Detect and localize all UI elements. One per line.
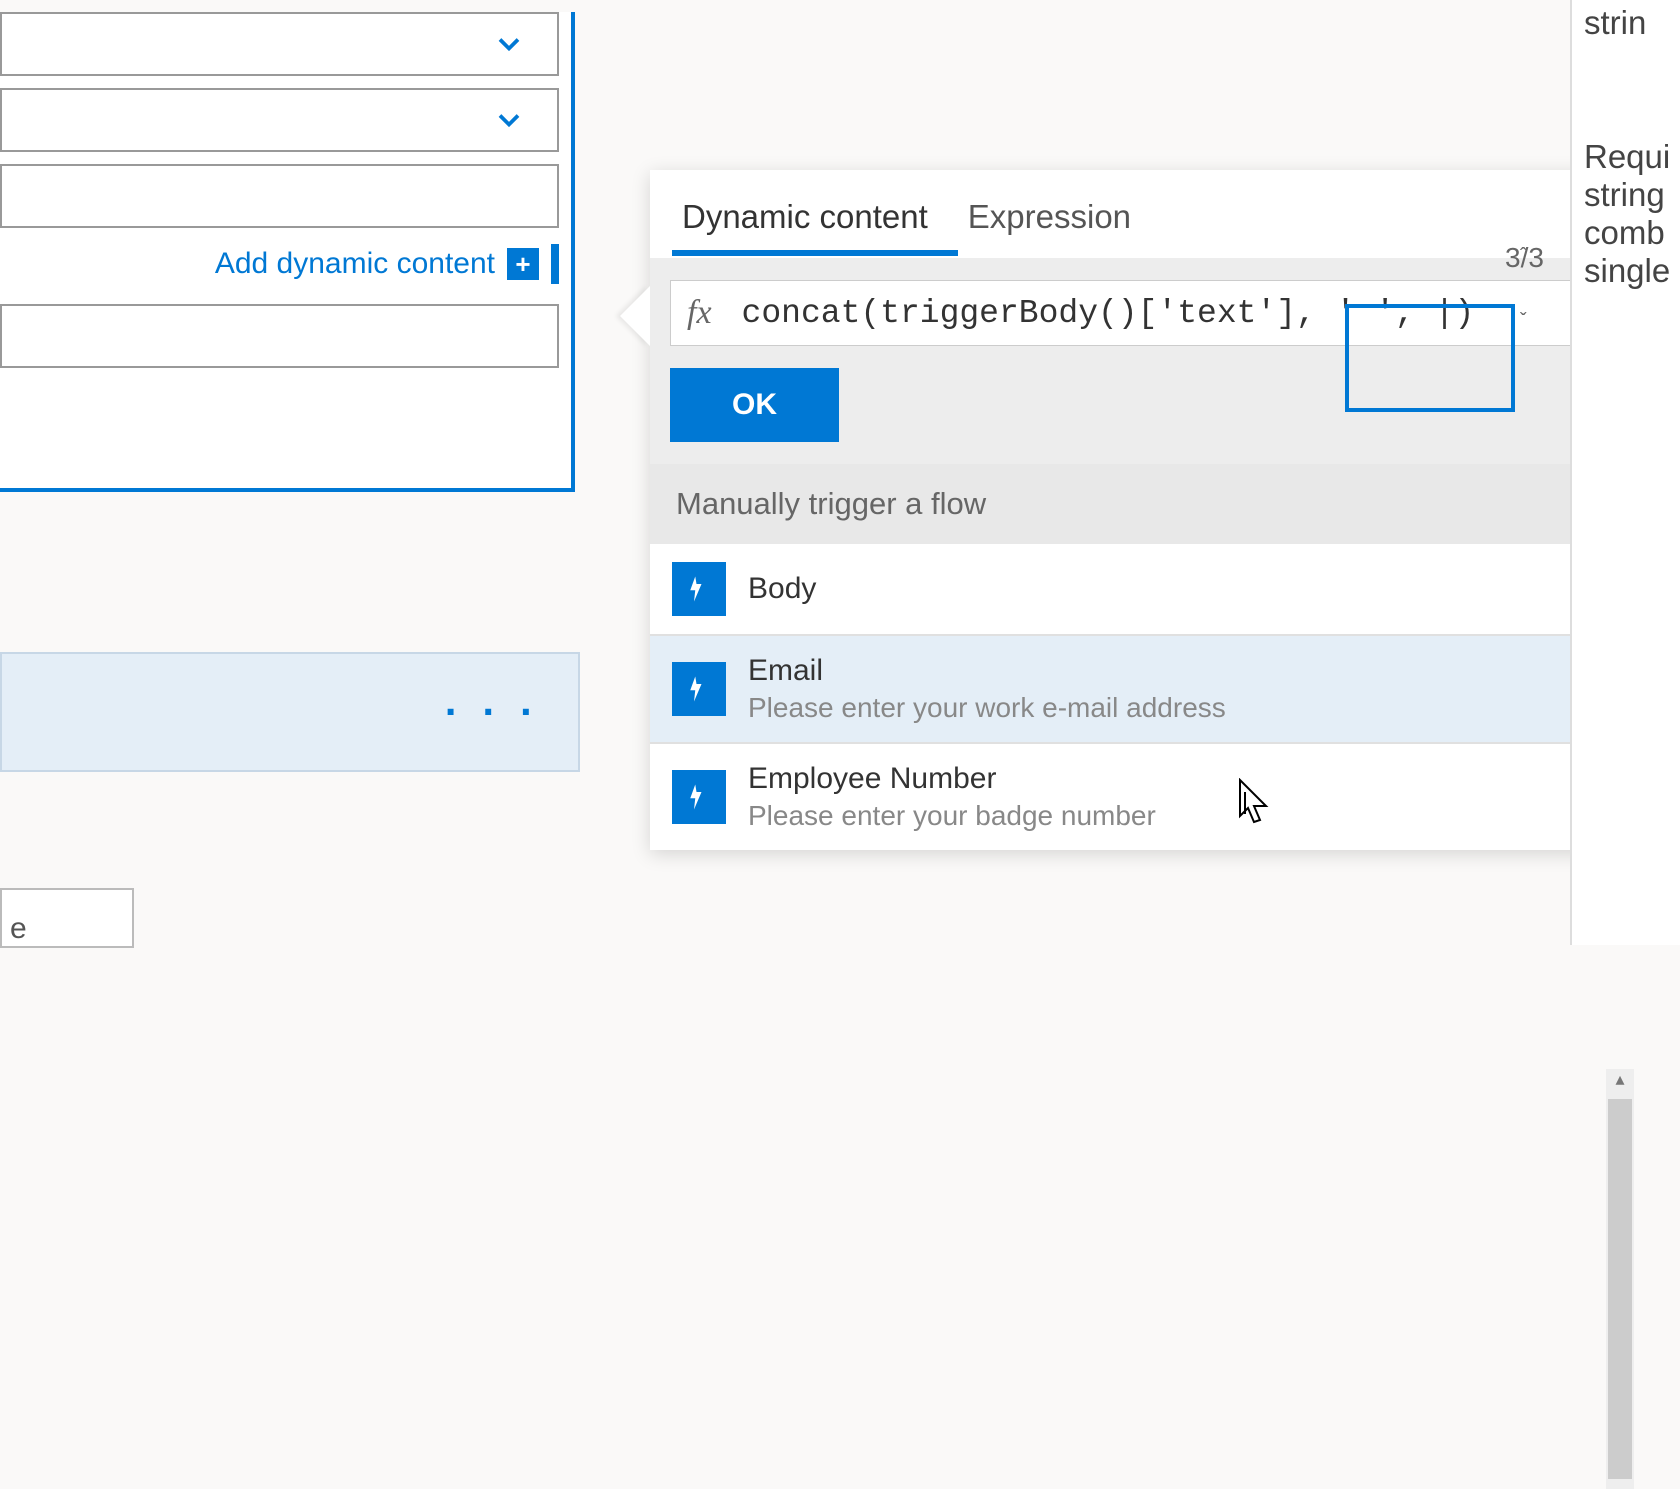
expression-input[interactable]: fx concat(triggerBody()['text'], ' ', |) (670, 280, 1638, 346)
nav-counter: 3/3 (1505, 242, 1544, 274)
popup-pointer-icon (620, 286, 650, 346)
nav-down-icon[interactable]: ˇ (1520, 310, 1527, 333)
trigger-icon (672, 562, 726, 616)
scrollbar[interactable]: ▴ (1606, 1069, 1634, 1489)
expression-text: concat(triggerBody()['text'], ' ', |) (742, 295, 1475, 332)
add-dynamic-content-link[interactable]: Add dynamic content (215, 247, 495, 281)
tooltip-line: comb (1584, 214, 1680, 252)
action-card-body: Add dynamic content + (0, 12, 575, 492)
left-action-card: Add dynamic content + (0, 0, 580, 492)
tooltip-line: string (1584, 176, 1680, 214)
dynamic-content-list: Body Email Please enter your work e-mail… (650, 544, 1658, 850)
add-dynamic-bar-icon (551, 244, 559, 284)
fx-icon: fx (687, 294, 712, 332)
add-dynamic-plus-button[interactable]: + (507, 248, 539, 280)
tooltip-panel: strin Requi string comb single (1570, 0, 1680, 945)
dropdown-field-2[interactable] (0, 88, 559, 152)
dynamic-item-title: Body (748, 572, 816, 606)
dynamic-item-employee-number[interactable]: Employee Number Please enter your badge … (650, 744, 1658, 850)
partial-box-text: e (10, 912, 27, 946)
partial-box: e (0, 888, 134, 948)
dynamic-item-title: Employee Number (748, 762, 1156, 796)
ok-button[interactable]: OK (670, 368, 839, 442)
tab-expression[interactable]: Expression (958, 180, 1161, 256)
collapsed-action-card[interactable]: · · · (0, 652, 580, 772)
dynamic-item-subtitle: Please enter your work e-mail address (748, 692, 1226, 724)
trigger-icon (672, 662, 726, 716)
tab-dynamic-content[interactable]: Dynamic content (672, 180, 958, 256)
text-field-2[interactable] (0, 304, 559, 368)
dynamic-item-subtitle: Please enter your badge number (748, 800, 1156, 832)
text-field-1[interactable] (0, 164, 559, 228)
add-dynamic-content-row: Add dynamic content + (0, 240, 571, 292)
scroll-arrow-up-icon[interactable]: ▴ (1606, 1069, 1634, 1095)
chevron-down-icon (491, 26, 527, 62)
dynamic-item-title: Email (748, 654, 1226, 688)
ok-button-wrap: OK (650, 368, 1658, 464)
dynamic-item-body[interactable]: Body (650, 544, 1658, 636)
chevron-down-icon (491, 102, 527, 138)
trigger-icon (672, 770, 726, 824)
tooltip-line: strin (1584, 0, 1680, 42)
dynamic-section-header: Manually trigger a flow (650, 464, 1658, 544)
tooltip-line: Requi (1584, 138, 1680, 176)
tooltip-line: single (1584, 252, 1680, 290)
scroll-thumb[interactable] (1608, 1099, 1632, 1479)
more-options-icon[interactable]: · · · (445, 688, 540, 736)
dropdown-field-1[interactable] (0, 12, 559, 76)
dynamic-item-email[interactable]: Email Please enter your work e-mail addr… (650, 636, 1658, 744)
expression-bar-section: fx concat(triggerBody()['text'], ' ', |) (650, 258, 1658, 368)
